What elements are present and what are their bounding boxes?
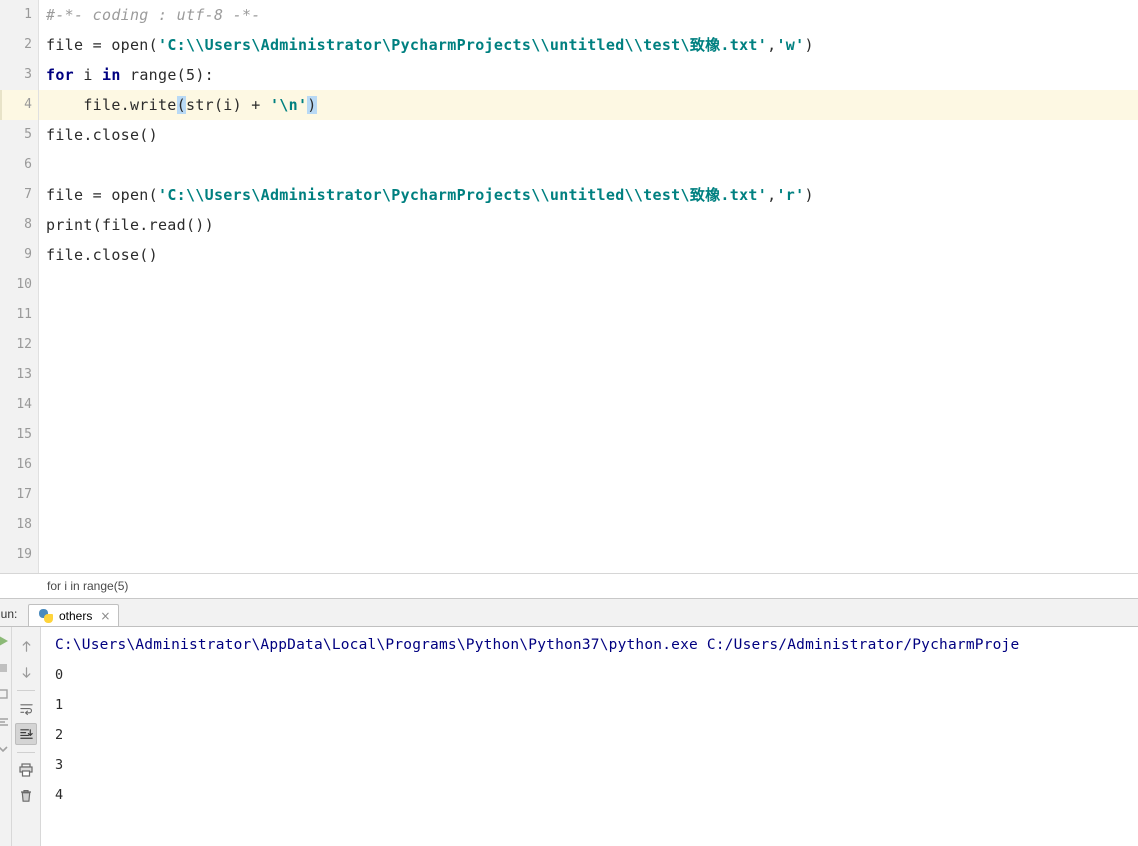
line-number: 17: [16, 487, 32, 502]
code-line-1[interactable]: #-*- coding : utf-8 -*-: [46, 0, 1138, 30]
line-number: 18: [16, 517, 32, 532]
toolbar-divider: [17, 690, 35, 691]
line-number: 14: [16, 397, 32, 412]
pin-icon[interactable]: [0, 687, 11, 703]
trash-icon[interactable]: [15, 785, 37, 807]
code-token: file = open(: [46, 186, 158, 204]
code-line-2[interactable]: file = open('C:\\Users\Administrator\Pyc…: [46, 30, 1138, 60]
run-tab-bar: Run: others ×: [0, 599, 1138, 627]
line-number: 3: [24, 67, 32, 82]
print-icon[interactable]: [15, 759, 37, 781]
console-command-line: C:\Users\Administrator\AppData\Local\Pro…: [55, 637, 1020, 653]
code-token: str(i) +: [185, 96, 270, 114]
breadcrumb-label: for i in range(5): [47, 579, 129, 593]
code-text-area[interactable]: #-*- coding : utf-8 -*- file = open('C:\…: [39, 0, 1138, 573]
code-line-4[interactable]: file.write(str(i) + '\n'): [46, 90, 1138, 120]
code-line-3[interactable]: for i in range(5):: [46, 60, 1138, 90]
matching-brace-open: (: [176, 96, 186, 114]
soft-wrap-icon[interactable]: [15, 697, 37, 719]
line-number: 7: [24, 187, 32, 202]
code-token: range(5):: [120, 66, 214, 84]
code-token: print(file.read()): [46, 216, 214, 234]
code-token: file.close(): [46, 126, 158, 144]
matching-brace-close: ): [307, 96, 317, 114]
code-line-8[interactable]: print(file.read()): [46, 210, 1138, 240]
run-tab-others[interactable]: others ×: [28, 604, 120, 626]
up-arrow-icon[interactable]: [15, 635, 37, 657]
line-number: 1: [24, 7, 32, 22]
console-toolbar[interactable]: [12, 627, 41, 846]
run-window-label: Run:: [0, 607, 18, 621]
scroll-to-end-icon[interactable]: [15, 723, 37, 745]
line-number: 12: [16, 337, 32, 352]
string-token: 'C:\\Users\Administrator\PycharmProjects…: [157, 36, 768, 54]
code-token: i: [74, 66, 102, 84]
line-number: 11: [16, 307, 32, 322]
string-token: 'w': [776, 36, 805, 54]
editor-gutter[interactable]: 1 2 3 4 5 6 7 8 9 10 11 12 13 14 15 16 1…: [0, 0, 39, 573]
rerun-icon[interactable]: [0, 633, 11, 649]
line-number-list: 1 2 3 4 5 6 7 8 9 10 11 12 13 14 15 16 1…: [0, 0, 34, 570]
settings-icon[interactable]: [0, 741, 11, 757]
line-number: 13: [16, 367, 32, 382]
line-number: 6: [24, 157, 32, 172]
line-number: 5: [24, 127, 32, 142]
string-token: 'r': [776, 186, 805, 204]
string-token: 'C:\\Users\Administrator\PycharmProjects…: [157, 186, 768, 204]
close-icon[interactable]: ×: [98, 610, 110, 622]
python-icon: [39, 608, 53, 623]
run-content: C:\Users\Administrator\AppData\Local\Pro…: [0, 627, 1138, 846]
comment-token: #-*- coding : utf-8 -*-: [46, 6, 261, 24]
code-line-5[interactable]: file.close(): [46, 120, 1138, 150]
code-line-9[interactable]: file.close(): [46, 240, 1138, 270]
pycharm-window: 1 2 3 4 5 6 7 8 9 10 11 12 13 14 15 16 1…: [0, 0, 1138, 846]
console-output-line: 0: [55, 667, 64, 683]
code-token: ): [804, 36, 814, 54]
line-number: 8: [24, 217, 32, 232]
keyword-token: in: [102, 66, 121, 84]
line-number: 4: [24, 97, 32, 112]
breadcrumb[interactable]: for i in range(5): [0, 573, 1138, 599]
toolbar-divider: [17, 752, 35, 753]
code-token: file.write: [46, 96, 177, 114]
line-number: 15: [16, 427, 32, 442]
console-output-line: 3: [55, 757, 64, 773]
line-number: 10: [16, 277, 32, 292]
run-console[interactable]: C:\Users\Administrator\AppData\Local\Pro…: [41, 627, 1138, 846]
console-output-line: 1: [55, 697, 64, 713]
run-tab-label: others: [59, 608, 93, 623]
run-tool-window: Run: others ×: [0, 599, 1138, 846]
line-number: 2: [24, 37, 32, 52]
string-token: '\n': [269, 96, 308, 114]
expand-icon[interactable]: [0, 714, 11, 730]
code-token: file.close(): [46, 246, 158, 264]
console-output-line: 4: [55, 787, 64, 803]
line-number: 16: [16, 457, 32, 472]
code-line-6[interactable]: [46, 150, 1138, 180]
stop-icon[interactable]: [0, 660, 11, 676]
code-line-7[interactable]: file = open('C:\\Users\Administrator\Pyc…: [46, 180, 1138, 210]
line-number: 9: [24, 247, 32, 262]
keyword-token: for: [46, 66, 74, 84]
code-token: ): [804, 186, 814, 204]
code-token: file = open(: [46, 36, 158, 54]
code-line-list: #-*- coding : utf-8 -*- file = open('C:\…: [39, 0, 1138, 270]
line-number: 19: [16, 547, 32, 562]
console-output-line: 2: [55, 727, 64, 743]
down-arrow-icon[interactable]: [15, 661, 37, 683]
left-tool-strip[interactable]: [0, 627, 12, 846]
code-editor[interactable]: 1 2 3 4 5 6 7 8 9 10 11 12 13 14 15 16 1…: [0, 0, 1138, 573]
